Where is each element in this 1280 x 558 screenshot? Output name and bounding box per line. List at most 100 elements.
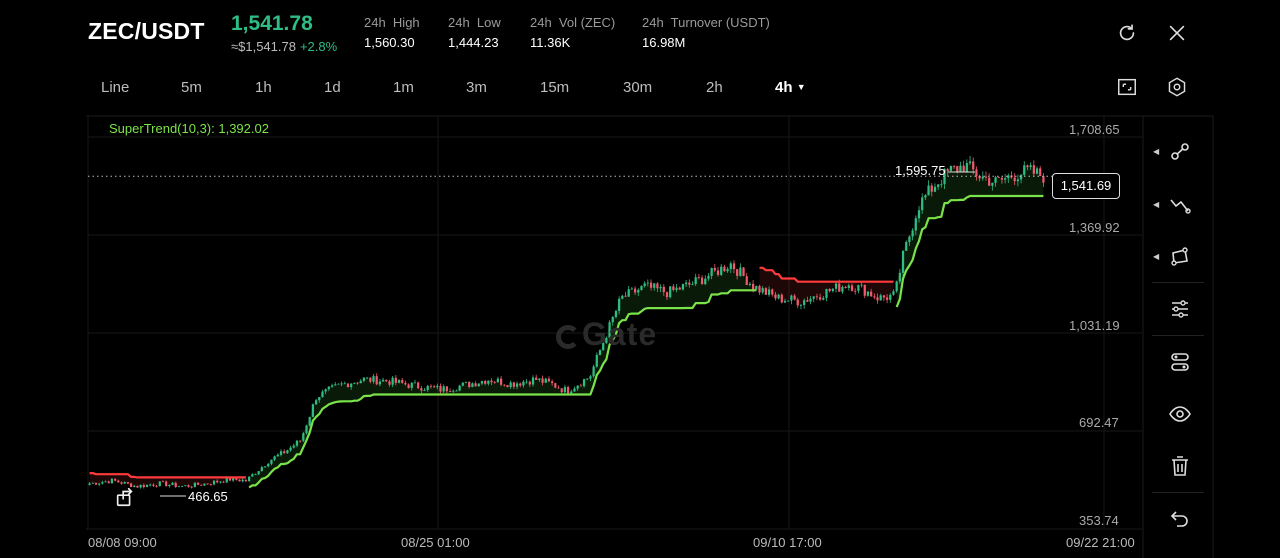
sidebar-divider bbox=[1152, 492, 1204, 493]
candle-body bbox=[841, 287, 844, 292]
timeframe-5m[interactable]: 5m bbox=[181, 79, 202, 96]
visibility-eye-icon[interactable] bbox=[1168, 402, 1192, 426]
candle-body bbox=[1035, 168, 1039, 174]
candle-body bbox=[372, 376, 375, 382]
candle-body bbox=[659, 286, 662, 289]
candle-body bbox=[244, 479, 248, 482]
candle-body bbox=[975, 169, 978, 177]
candle-body bbox=[672, 286, 675, 290]
candle-body bbox=[101, 482, 104, 484]
candle-body bbox=[924, 195, 927, 198]
candle-body bbox=[720, 266, 723, 275]
expand-caret-icon[interactable]: ◀ bbox=[1153, 200, 1159, 209]
stat-value: 1,560.30 bbox=[364, 35, 415, 50]
candle-body bbox=[410, 382, 413, 388]
shape-tool-icon[interactable] bbox=[1168, 245, 1192, 269]
timeframe-15m[interactable]: 15m bbox=[540, 79, 569, 96]
candle-body bbox=[528, 381, 531, 385]
timeframe-1m[interactable]: 1m bbox=[393, 79, 414, 96]
approx-price-value: ≈$1,541.78 bbox=[231, 39, 296, 54]
share-icon[interactable] bbox=[114, 486, 136, 508]
candle-body bbox=[681, 284, 685, 290]
timeframe-line[interactable]: Line bbox=[101, 79, 129, 96]
candle-body bbox=[487, 380, 490, 384]
candle-body bbox=[448, 391, 452, 392]
stat-24h-low: 24h Low 1,444.23 bbox=[448, 15, 501, 50]
candle-body bbox=[860, 284, 863, 286]
candle-body bbox=[442, 386, 445, 392]
y-tick-label: 1,031.19 bbox=[1069, 318, 1120, 333]
expand-caret-icon[interactable]: ◀ bbox=[1153, 147, 1159, 156]
candle-body bbox=[187, 485, 190, 487]
timeframe-1h[interactable]: 1h bbox=[255, 79, 272, 96]
timeframe-4h-label: 4h bbox=[775, 79, 793, 96]
candle-body bbox=[656, 283, 659, 289]
candle-body bbox=[158, 481, 161, 487]
candle-body bbox=[493, 382, 496, 383]
candle-body bbox=[184, 485, 187, 487]
candle-body bbox=[161, 481, 165, 483]
candle-body bbox=[736, 269, 739, 276]
candle-body bbox=[1007, 175, 1010, 179]
candle-body bbox=[793, 295, 796, 300]
candle-body bbox=[308, 416, 311, 426]
candle-body bbox=[426, 385, 429, 390]
gate-watermark: Gate bbox=[556, 316, 657, 353]
x-tick-label: 08/25 01:00 bbox=[401, 535, 470, 550]
candle-body bbox=[710, 267, 713, 276]
candle-body bbox=[544, 378, 547, 383]
candle-body bbox=[675, 287, 678, 290]
candle-body bbox=[110, 478, 114, 484]
layers-icon[interactable] bbox=[1168, 350, 1192, 374]
timeframe-4h[interactable]: 4h ▼ bbox=[775, 79, 806, 96]
candle-body bbox=[742, 267, 745, 277]
candle-body bbox=[270, 459, 273, 464]
trash-icon[interactable] bbox=[1168, 454, 1192, 478]
timeframe-1d[interactable]: 1d bbox=[324, 79, 341, 96]
candle-body bbox=[812, 296, 815, 299]
expand-caret-icon[interactable]: ◀ bbox=[1153, 252, 1159, 261]
settings-icon[interactable] bbox=[1166, 76, 1188, 98]
candle-body bbox=[621, 295, 624, 299]
candle-body bbox=[452, 390, 455, 392]
candle-body bbox=[825, 288, 828, 299]
candle-body bbox=[480, 380, 484, 384]
candle-body bbox=[806, 300, 809, 302]
candle-body bbox=[780, 294, 783, 303]
undo-icon[interactable] bbox=[1168, 507, 1192, 531]
candle-body bbox=[790, 295, 793, 301]
candle-body bbox=[302, 433, 305, 441]
candle-body bbox=[809, 298, 812, 302]
candle-body bbox=[499, 378, 503, 385]
timeframe-2h[interactable]: 2h bbox=[706, 79, 723, 96]
candle-body bbox=[799, 304, 803, 306]
candle-body bbox=[420, 388, 423, 391]
candle-body bbox=[324, 389, 327, 392]
candle-body bbox=[180, 485, 184, 487]
candle-body bbox=[1016, 179, 1020, 182]
multi-line-tool-icon[interactable] bbox=[1168, 193, 1192, 217]
timeframe-30m[interactable]: 30m bbox=[623, 79, 652, 96]
refresh-icon[interactable] bbox=[1116, 22, 1138, 44]
trend-line-tool-icon[interactable] bbox=[1168, 140, 1192, 164]
candle-body bbox=[1013, 177, 1016, 182]
approx-usd-price: ≈$1,541.78 +2.8% bbox=[231, 39, 337, 54]
candle-body bbox=[397, 379, 401, 383]
fullscreen-icon[interactable] bbox=[1116, 76, 1138, 98]
stat-24h-turnover: 24h Turnover (USDT) 16.98M bbox=[642, 15, 770, 50]
candle-body bbox=[783, 300, 787, 303]
candle-body bbox=[378, 381, 382, 385]
candle-body bbox=[88, 483, 91, 485]
candle-body bbox=[796, 299, 799, 306]
candle-body bbox=[834, 283, 838, 289]
last-price: 1,541.78 bbox=[231, 12, 313, 35]
indicator-settings-icon[interactable] bbox=[1168, 297, 1192, 321]
candle-body bbox=[777, 294, 780, 299]
candle-body bbox=[592, 366, 595, 377]
timeframe-3m[interactable]: 3m bbox=[466, 79, 487, 96]
candle-body bbox=[557, 387, 560, 389]
candle-body bbox=[541, 378, 544, 383]
candle-body bbox=[1000, 177, 1004, 180]
y-tick-label: 1,708.65 bbox=[1069, 122, 1120, 137]
close-icon[interactable] bbox=[1166, 22, 1188, 44]
